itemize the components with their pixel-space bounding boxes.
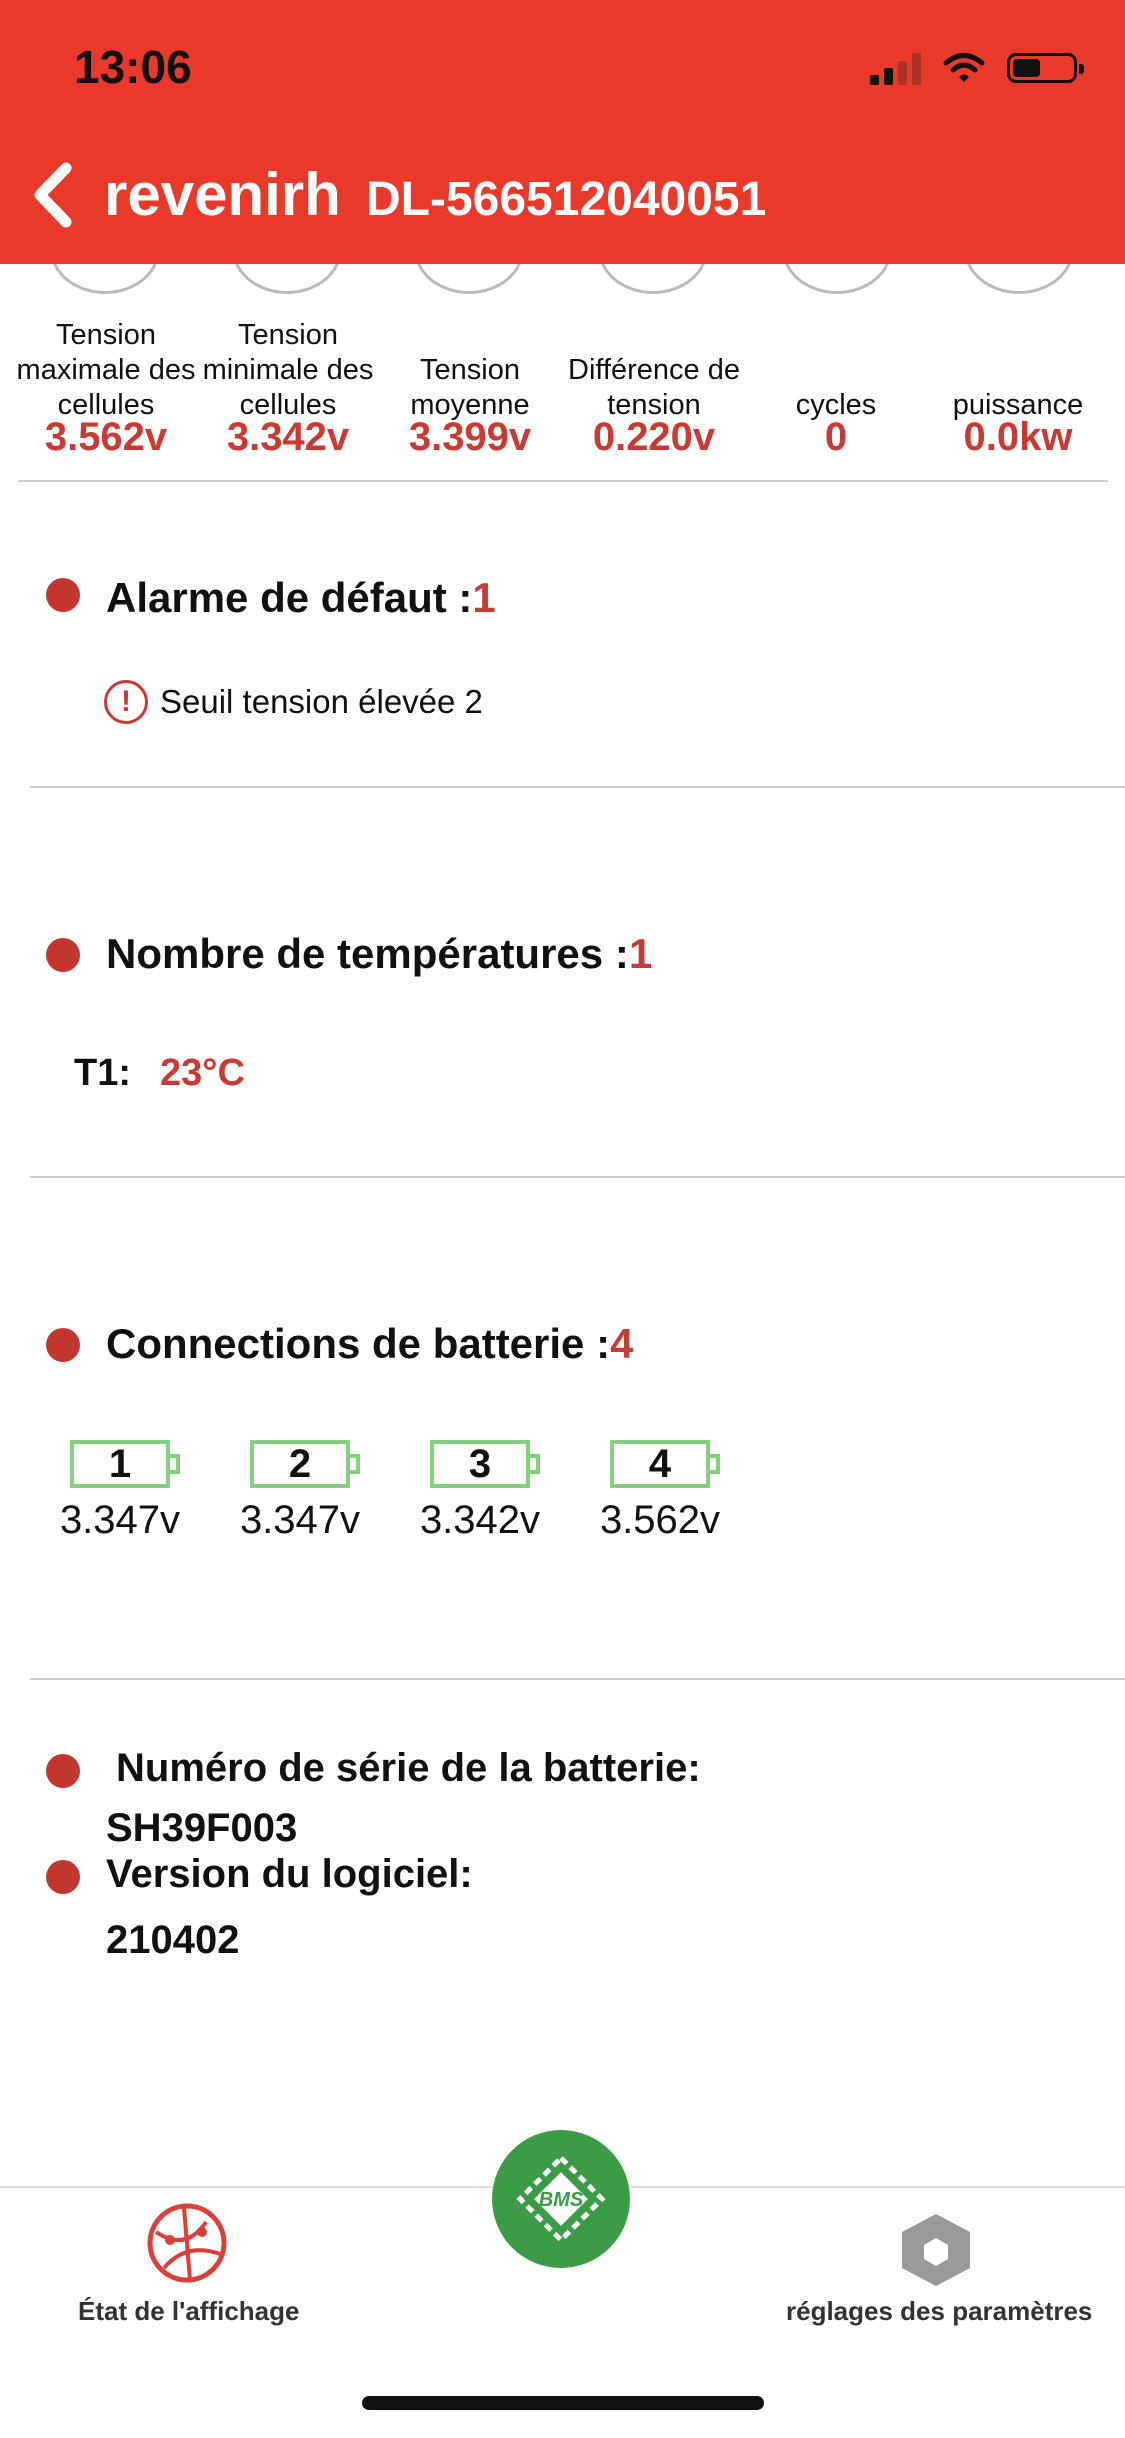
version-label: Version du logiciel: — [106, 1852, 473, 1896]
gauge-icon — [964, 264, 1074, 294]
stat-label: Différence de tension — [568, 354, 740, 421]
serial-value: SH39F003 — [106, 1806, 298, 1850]
battery-cell-icon: 3 — [430, 1440, 540, 1488]
cell-voltage: 3.347v — [239, 1498, 361, 1542]
stat-value: 0 — [824, 415, 848, 459]
status-display-icon[interactable] — [146, 2202, 228, 2284]
battery-cell-icon: 2 — [250, 1440, 360, 1488]
gauge-row — [0, 264, 1125, 300]
section-bullet — [46, 1754, 80, 1788]
battery-cell: 4 3.562v — [580, 1440, 740, 1543]
page-title: revenirh — [104, 161, 341, 228]
tab-status-display[interactable]: État de l'affichage — [78, 2296, 299, 2327]
section-bullet — [46, 578, 80, 612]
stat-value: 0.0kw — [963, 415, 1073, 459]
alarm-item-text: Seuil tension élevée 2 — [160, 683, 483, 720]
cell-index: 1 — [108, 1442, 132, 1486]
stat-value: 0.220v — [592, 415, 716, 459]
section-bullet — [46, 1328, 80, 1362]
bms-center-button[interactable]: BMS — [492, 2130, 630, 2268]
connections-section-title: Connections de batterie :4 — [106, 1320, 633, 1368]
bms-badge-text: BMS — [539, 2189, 584, 2211]
stat-label: puissance — [952, 389, 1084, 421]
stat-label: Tension minimale des cellules — [202, 319, 374, 421]
status-time: 13:06 — [74, 41, 192, 93]
gauge-icon — [598, 264, 708, 294]
gauge-icon — [50, 264, 160, 294]
device-id: DL-566512040051 — [366, 173, 767, 226]
battery-cell-icon: 1 — [70, 1440, 180, 1488]
alarm-section-title: Alarme de défaut :1 — [106, 574, 496, 622]
alarm-count: 1 — [472, 574, 496, 621]
temperature-sensor-name: T1: — [74, 1052, 131, 1094]
tab-parameter-settings[interactable]: réglages des paramètres — [786, 2296, 1092, 2327]
alarm-title-label: Alarme de défaut : — [106, 574, 473, 621]
back-chevron-icon[interactable] — [22, 150, 82, 240]
connections-title-label: Connections de batterie : — [106, 1320, 611, 1367]
battery-icon — [1007, 53, 1084, 83]
divider — [18, 480, 1108, 482]
status-icons — [870, 46, 1084, 90]
stat-label: Tension maximale des cellules — [16, 319, 196, 421]
stat-power: puissance 0.0kw — [926, 318, 1110, 457]
stat-cycles: cycles 0 — [744, 318, 928, 457]
temperature-sensor-value: 23°C — [160, 1052, 245, 1094]
wifi-icon — [943, 53, 985, 82]
warning-icon: ! — [104, 680, 148, 724]
stat-label: cycles — [795, 389, 877, 421]
stat-avg-voltage: Tension moyenne 3.399v — [378, 318, 562, 457]
cell-index: 2 — [288, 1442, 312, 1486]
cell-voltage: 3.347v — [59, 1498, 181, 1542]
cell-voltage: 3.562v — [599, 1498, 721, 1542]
gauge-icon — [232, 264, 342, 294]
stat-value: 3.399v — [408, 415, 532, 459]
battery-cell: 1 3.347v — [40, 1440, 200, 1543]
home-indicator[interactable] — [362, 2396, 764, 2410]
divider — [30, 786, 1125, 788]
stat-label: Tension moyenne — [410, 354, 530, 421]
connections-count: 4 — [610, 1320, 634, 1367]
stat-value: 3.342v — [226, 415, 350, 459]
cellular-signal-icon — [870, 51, 921, 85]
battery-cell: 3 3.342v — [400, 1440, 560, 1543]
temperature-section-title: Nombre de températures :1 — [106, 930, 652, 978]
stat-voltage-difference: Différence de tension 0.220v — [562, 318, 746, 457]
stat-min-cell-voltage: Tension minimale des cellules 3.342v — [196, 318, 380, 457]
stat-max-cell-voltage: Tension maximale des cellules 3.562v — [14, 318, 198, 457]
summary-stats: Tension maximale des cellules 3.562v Ten… — [14, 318, 1114, 458]
settings-hexagon-icon[interactable] — [896, 2210, 976, 2290]
battery-cell: 2 3.347v — [220, 1440, 380, 1543]
app-header: 13:06 revenirh DL-566512040051 — [0, 0, 1125, 264]
gauge-icon — [414, 264, 524, 294]
serial-label: Numéro de série de la batterie: — [116, 1746, 701, 1790]
gauge-icon — [782, 264, 892, 294]
battery-cell-icon: 4 — [610, 1440, 720, 1488]
section-bullet — [46, 1860, 80, 1894]
cell-voltage: 3.342v — [419, 1498, 541, 1542]
divider — [30, 1678, 1125, 1680]
temperature-title-label: Nombre de températures : — [106, 930, 629, 977]
section-bullet — [46, 938, 80, 972]
bms-chip-icon: BMS — [516, 2154, 606, 2244]
stat-value: 3.562v — [44, 415, 168, 459]
divider — [30, 1176, 1125, 1178]
cell-index: 4 — [648, 1442, 672, 1486]
cell-index: 3 — [468, 1442, 492, 1486]
version-value: 210402 — [106, 1918, 240, 1962]
temperature-count: 1 — [628, 930, 653, 977]
alarm-item: ! Seuil tension élevée 2 — [104, 680, 483, 724]
